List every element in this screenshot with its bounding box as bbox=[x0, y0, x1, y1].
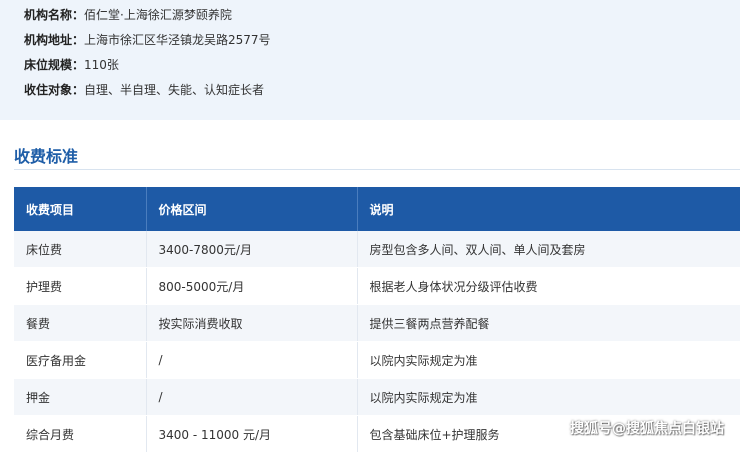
table-cell: 以院内实际规定为准 bbox=[357, 341, 740, 379]
info-key: 床位规模： bbox=[24, 58, 85, 72]
table-cell: / bbox=[146, 341, 358, 379]
table-cell: 综合月费 bbox=[14, 415, 147, 453]
info-value: 上海市徐汇区华泾镇龙吴路2577号 bbox=[84, 33, 271, 47]
table-cell: / bbox=[146, 378, 358, 416]
table-cell: 餐费 bbox=[14, 304, 147, 342]
table-cell: 按实际消费收取 bbox=[146, 304, 358, 342]
table-cell: 医疗备用金 bbox=[14, 341, 147, 379]
section-title: 收费标准 bbox=[14, 147, 79, 166]
table-cell: 3400 - 11000 元/月 bbox=[146, 415, 358, 453]
table-cell: 3400-7800元/月 bbox=[146, 231, 358, 268]
table-cell: 提供三餐两点营养配餐 bbox=[357, 304, 740, 342]
table-cell: 押金 bbox=[14, 378, 147, 416]
table-cell: 护理费 bbox=[14, 267, 147, 305]
table-cell: 根据老人身体状况分级评估收费 bbox=[357, 267, 740, 305]
column-header: 价格区间 bbox=[146, 187, 358, 231]
section-divider bbox=[14, 169, 740, 170]
info-key: 机构地址： bbox=[24, 33, 85, 47]
column-header: 说明 bbox=[357, 187, 740, 231]
institution-info-panel: 机构名称：佰仁堂·上海徐汇源梦颐养院 机构地址：上海市徐汇区华泾镇龙吴路2577… bbox=[0, 0, 740, 120]
info-row-address: 机构地址：上海市徐汇区华泾镇龙吴路2577号 bbox=[24, 31, 271, 48]
table-row: 护理费 800-5000元/月 根据老人身体状况分级评估收费 bbox=[14, 267, 740, 305]
table-row: 医疗备用金 / 以院内实际规定为准 bbox=[14, 341, 740, 379]
info-key: 收住对象： bbox=[24, 83, 85, 97]
info-value: 佰仁堂·上海徐汇源梦颐养院 bbox=[84, 8, 232, 22]
source-watermark: 搜狐号@搜狐焦点白银站 bbox=[570, 421, 724, 437]
table-row: 餐费 按实际消费收取 提供三餐两点营养配餐 bbox=[14, 304, 740, 342]
table-cell: 床位费 bbox=[14, 231, 147, 268]
info-row-name: 机构名称：佰仁堂·上海徐汇源梦颐养院 bbox=[24, 6, 232, 23]
info-row-residents: 收住对象：自理、半自理、失能、认知症长者 bbox=[24, 81, 264, 98]
table-cell: 800-5000元/月 bbox=[146, 267, 358, 305]
info-key: 机构名称： bbox=[24, 8, 85, 22]
table-cell: 以院内实际规定为准 bbox=[357, 378, 740, 416]
table-row: 押金 / 以院内实际规定为准 bbox=[14, 378, 740, 416]
info-value: 110张 bbox=[84, 58, 119, 72]
info-row-beds: 床位规模：110张 bbox=[24, 56, 119, 73]
table-cell: 房型包含多人间、双人间、单人间及套房 bbox=[357, 231, 740, 268]
table-row: 床位费 3400-7800元/月 房型包含多人间、双人间、单人间及套房 bbox=[14, 231, 740, 268]
table-header-row: 收费项目 价格区间 说明 bbox=[14, 187, 740, 231]
info-value: 自理、半自理、失能、认知症长者 bbox=[84, 83, 265, 97]
column-header: 收费项目 bbox=[14, 187, 147, 231]
fee-table: 收费项目 价格区间 说明 床位费 3400-7800元/月 房型包含多人间、双人… bbox=[14, 187, 740, 453]
